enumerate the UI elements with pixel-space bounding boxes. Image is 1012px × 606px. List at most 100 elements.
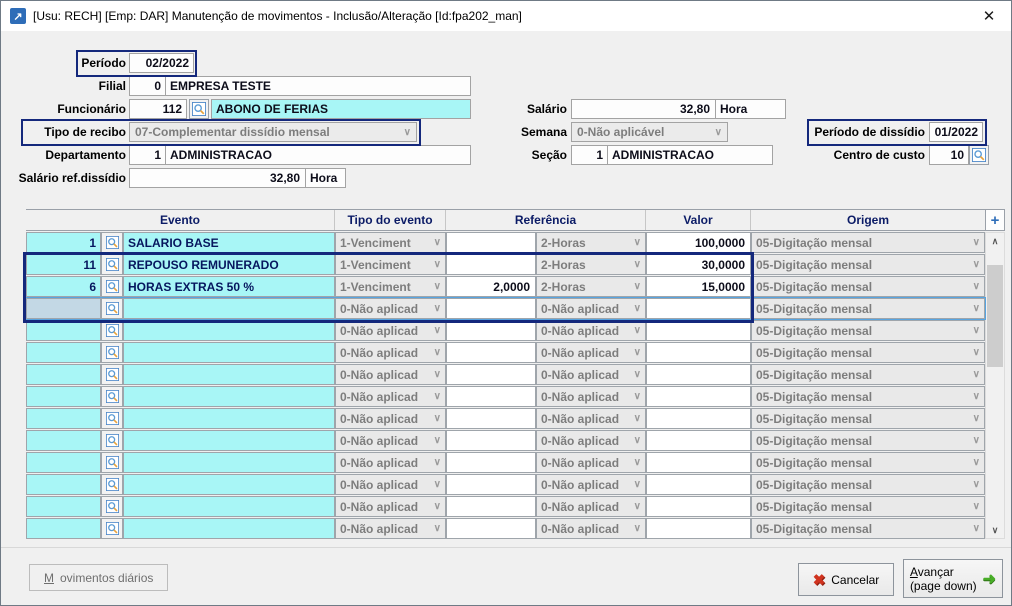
- origin-select[interactable]: 05-Digitação mensal∨: [751, 364, 985, 385]
- event-code-cell[interactable]: [26, 474, 101, 495]
- event-lookup-button[interactable]: [101, 518, 123, 539]
- event-lookup-button[interactable]: [101, 386, 123, 407]
- reference-unit-select[interactable]: 2-Horas∨: [536, 232, 646, 253]
- event-lookup-button[interactable]: [101, 232, 123, 253]
- origin-select[interactable]: 05-Digitação mensal∨: [751, 254, 985, 275]
- salario-ref-field[interactable]: 32,80 Hora: [129, 168, 346, 188]
- reference-unit-select[interactable]: 0-Não aplicad∨: [536, 364, 646, 385]
- value-input[interactable]: [646, 364, 751, 385]
- event-type-select[interactable]: 0-Não aplicad∨: [335, 496, 446, 517]
- reference-unit-select[interactable]: 0-Não aplicad∨: [536, 320, 646, 341]
- value-input[interactable]: [646, 298, 751, 319]
- value-input[interactable]: [646, 408, 751, 429]
- event-name-cell[interactable]: [123, 342, 335, 363]
- centro-custo-input[interactable]: 10: [929, 145, 969, 165]
- reference-input[interactable]: [446, 364, 536, 385]
- reference-unit-select[interactable]: 2-Horas∨: [536, 276, 646, 297]
- event-lookup-button[interactable]: [101, 320, 123, 341]
- event-code-cell[interactable]: [26, 342, 101, 363]
- value-input[interactable]: [646, 518, 751, 539]
- origin-select[interactable]: 05-Digitação mensal∨: [751, 518, 985, 539]
- reference-input[interactable]: [446, 232, 536, 253]
- value-input[interactable]: [646, 320, 751, 341]
- event-type-select[interactable]: 0-Não aplicad∨: [335, 474, 446, 495]
- event-type-select[interactable]: 1-Venciment∨: [335, 232, 446, 253]
- event-lookup-button[interactable]: [101, 342, 123, 363]
- event-name-cell[interactable]: [123, 386, 335, 407]
- value-input[interactable]: [646, 386, 751, 407]
- reference-input[interactable]: [446, 408, 536, 429]
- filial-field[interactable]: 0 EMPRESA TESTE: [129, 76, 471, 96]
- event-code-cell[interactable]: 6: [26, 276, 101, 297]
- event-type-select[interactable]: 0-Não aplicad∨: [335, 430, 446, 451]
- value-input[interactable]: [646, 342, 751, 363]
- secao-field[interactable]: 1 ADMINISTRACAO: [571, 145, 773, 165]
- origin-select[interactable]: 05-Digitação mensal∨: [751, 496, 985, 517]
- reference-input[interactable]: [446, 254, 536, 275]
- origin-select[interactable]: 05-Digitação mensal∨: [751, 474, 985, 495]
- periodo-dissidio-input[interactable]: 01/2022: [929, 122, 983, 142]
- origin-select[interactable]: 05-Digitação mensal∨: [751, 452, 985, 473]
- event-type-select[interactable]: 1-Venciment∨: [335, 276, 446, 297]
- event-name-cell[interactable]: [123, 364, 335, 385]
- event-type-select[interactable]: 0-Não aplicad∨: [335, 320, 446, 341]
- event-lookup-button[interactable]: [101, 496, 123, 517]
- reference-input[interactable]: [446, 342, 536, 363]
- event-code-cell[interactable]: [26, 496, 101, 517]
- event-code-cell[interactable]: [26, 298, 101, 319]
- periodo-input[interactable]: 02/2022: [129, 53, 194, 73]
- close-icon[interactable]: ✕: [976, 4, 1002, 28]
- value-input[interactable]: [646, 430, 751, 451]
- event-code-cell[interactable]: [26, 320, 101, 341]
- reference-unit-select[interactable]: 0-Não aplicad∨: [536, 408, 646, 429]
- event-lookup-button[interactable]: [101, 298, 123, 319]
- origin-select[interactable]: 05-Digitação mensal∨: [751, 408, 985, 429]
- funcionario-lookup-button[interactable]: [189, 99, 209, 119]
- event-type-select[interactable]: 0-Não aplicad∨: [335, 342, 446, 363]
- event-type-select[interactable]: 0-Não aplicad∨: [335, 386, 446, 407]
- reference-unit-select[interactable]: 0-Não aplicad∨: [536, 342, 646, 363]
- value-input[interactable]: 15,0000: [646, 276, 751, 297]
- event-name-cell[interactable]: [123, 474, 335, 495]
- event-type-select[interactable]: 0-Não aplicad∨: [335, 452, 446, 473]
- reference-unit-select[interactable]: 2-Horas∨: [536, 254, 646, 275]
- event-type-select[interactable]: 0-Não aplicad∨: [335, 364, 446, 385]
- event-code-cell[interactable]: [26, 364, 101, 385]
- tipo-recibo-select[interactable]: 07-Complementar dissídio mensal ∨: [129, 122, 417, 142]
- origin-select[interactable]: 05-Digitação mensal∨: [751, 298, 985, 319]
- value-input[interactable]: [646, 496, 751, 517]
- cancel-button[interactable]: ✖ Cancelar: [798, 563, 894, 596]
- scroll-up-icon[interactable]: ∧: [986, 233, 1004, 249]
- event-name-cell[interactable]: [123, 408, 335, 429]
- centro-custo-lookup-button[interactable]: [969, 145, 989, 165]
- add-row-button[interactable]: +: [985, 209, 1005, 231]
- event-type-select[interactable]: 1-Venciment∨: [335, 254, 446, 275]
- event-code-cell[interactable]: 11: [26, 254, 101, 275]
- value-input[interactable]: 30,0000: [646, 254, 751, 275]
- event-lookup-button[interactable]: [101, 364, 123, 385]
- event-code-cell[interactable]: [26, 408, 101, 429]
- value-input[interactable]: 100,0000: [646, 232, 751, 253]
- reference-input[interactable]: [446, 452, 536, 473]
- departamento-field[interactable]: 1 ADMINISTRACAO: [129, 145, 471, 165]
- event-code-cell[interactable]: 1: [26, 232, 101, 253]
- reference-input[interactable]: [446, 496, 536, 517]
- reference-unit-select[interactable]: 0-Não aplicad∨: [536, 474, 646, 495]
- event-lookup-button[interactable]: [101, 474, 123, 495]
- event-lookup-button[interactable]: [101, 254, 123, 275]
- salario-field[interactable]: 32,80 Hora: [571, 99, 786, 119]
- table-scrollbar[interactable]: ∧ ∨: [985, 232, 1005, 539]
- event-name-cell[interactable]: [123, 320, 335, 341]
- reference-unit-select[interactable]: 0-Não aplicad∨: [536, 496, 646, 517]
- origin-select[interactable]: 05-Digitação mensal∨: [751, 232, 985, 253]
- reference-input[interactable]: [446, 474, 536, 495]
- origin-select[interactable]: 05-Digitação mensal∨: [751, 430, 985, 451]
- reference-unit-select[interactable]: 0-Não aplicad∨: [536, 386, 646, 407]
- event-name-cell[interactable]: [123, 496, 335, 517]
- event-name-cell[interactable]: [123, 298, 335, 319]
- scrollbar-thumb[interactable]: [987, 265, 1003, 367]
- event-type-select[interactable]: 0-Não aplicad∨: [335, 408, 446, 429]
- funcionario-name-field[interactable]: ABONO DE FERIAS: [211, 99, 471, 119]
- event-type-select[interactable]: 0-Não aplicad∨: [335, 298, 446, 319]
- event-name-cell[interactable]: REPOUSO REMUNERADO: [123, 254, 335, 275]
